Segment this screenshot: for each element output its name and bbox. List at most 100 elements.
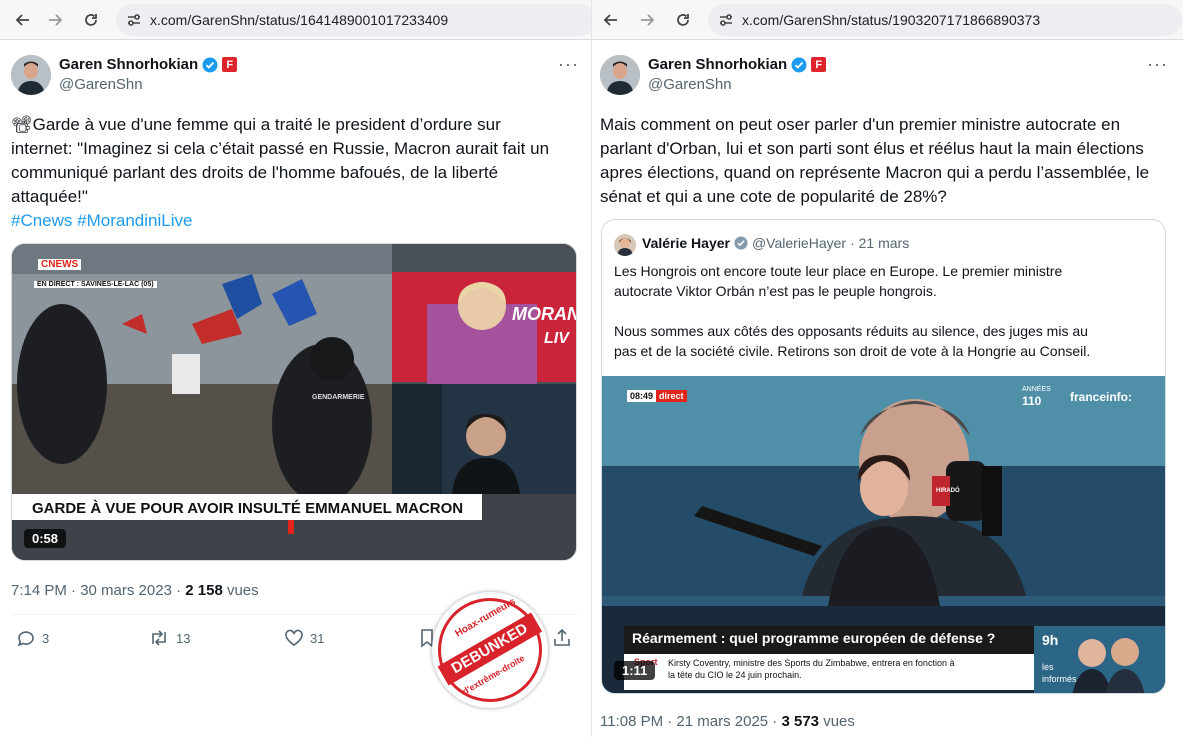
anniversary-small-label: ANNÉES (1022, 386, 1051, 393)
browser-toolbar: x.com/GarenShn/status/164148900101723340… (0, 0, 591, 40)
more-options-icon[interactable]: ··· (558, 54, 579, 75)
mic-label: HIRADÓ (936, 488, 960, 494)
avatar-image (11, 55, 51, 95)
back-button[interactable] (600, 9, 622, 31)
anniversary-label: 110 (1022, 394, 1042, 408)
left-tweet-pane: x.com/GarenShn/status/164148900101723340… (0, 0, 591, 737)
heart-icon (285, 629, 303, 646)
debunked-stamp: Hoax-rumeurs DEBUNKED d'extrême-droite (424, 584, 556, 716)
quote-text: Les Hongrois ont encore toute leur place… (614, 261, 1159, 361)
retweet-count: 13 (176, 630, 191, 646)
quoted-tweet[interactable]: Valérie Hayer @ValerieHayer · 21 mars Le… (601, 219, 1166, 694)
side-show-name: les informés (1042, 661, 1077, 685)
reply-count: 3 (42, 630, 50, 646)
live-badge: 08:49 direct (627, 390, 687, 402)
share-button[interactable] (552, 628, 572, 648)
tweet-timestamp[interactable]: 11:08 PM · 21 mars 2025 · (600, 713, 781, 730)
author-handle[interactable]: @GarenShn (59, 76, 143, 93)
retweet-button[interactable]: 13 (148, 628, 190, 648)
tweet-line: parlant d'Orban, lui et son parti sont é… (600, 139, 1144, 158)
tweet-timestamp[interactable]: 7:14 PM · 30 mars 2023 · (11, 582, 185, 599)
ticker-line: Kirsty Coventry, ministre des Sports du … (668, 658, 955, 668)
forward-button[interactable] (636, 9, 658, 31)
author-name[interactable]: Garen Shnorhokian (648, 56, 787, 73)
browser-toolbar: x.com/GarenShn/status/190320717186689037… (592, 0, 1183, 40)
view-count: 3 573 (781, 713, 820, 730)
verified-badge-icon (202, 57, 218, 72)
tweet-meta: 7:14 PM · 30 mars 2023 · 2 158 vues (11, 582, 259, 599)
side-show-line: les (1042, 662, 1054, 672)
reply-icon (17, 631, 34, 647)
site-settings-icon[interactable] (126, 12, 142, 28)
quote-author-avatar[interactable] (614, 234, 636, 256)
tweet-line: internet: "Imaginez si cela c’était pass… (11, 139, 550, 158)
side-hour: 9h (1042, 632, 1059, 648)
hashtag-cnews[interactable]: #Cnews (11, 211, 72, 230)
tweet-line: sénat et qui a une cote de popularité de… (600, 187, 947, 206)
live-location-strip: EN DIRECT : SAVINES-LE-LAC (05) (34, 281, 157, 288)
author-avatar[interactable] (600, 55, 640, 95)
side-show-line: informés (1042, 674, 1077, 684)
views-label: vues (222, 582, 259, 599)
video-player[interactable]: CNEWS EN DIRECT : SAVINES-LE-LAC (05) GE… (11, 243, 577, 561)
author-name-row: Garen Shnorhokian F (648, 56, 827, 73)
tweet-line: attaquée!" (11, 187, 88, 206)
quote-date: · 21 mars (850, 235, 910, 251)
channel-logo: CNEWS (38, 259, 82, 270)
reload-button[interactable] (80, 9, 102, 31)
quote-avatar-image (614, 234, 636, 256)
author-name-row: Garen Shnorhokian F (59, 56, 238, 73)
gendarmerie-label: GENDARMERIE (312, 394, 365, 401)
address-bar[interactable]: x.com/GarenShn/status/190320717186689037… (708, 4, 1182, 36)
show-name-1: MORAN (512, 304, 577, 324)
ticker-line: la tête du CIO le 24 juin prochain. (668, 670, 802, 680)
hashtag-morandinilive[interactable]: #MorandiniLive (77, 211, 192, 230)
url-text: x.com/GarenShn/status/164148900101723340… (150, 12, 449, 28)
address-bar[interactable]: x.com/GarenShn/status/164148900101723340… (116, 4, 591, 36)
quote-header: Valérie Hayer @ValerieHayer · 21 mars (642, 235, 909, 251)
video-banner: GARDE À VUE POUR AVOIR INSULTÉ EMMANUEL … (32, 500, 464, 517)
live-tag: direct (656, 390, 687, 402)
video-duration: 1:11 (614, 661, 656, 680)
reload-icon (85, 14, 97, 26)
back-button[interactable] (12, 9, 34, 31)
film-camera-icon: 📽 (11, 115, 33, 134)
quote-video-player[interactable]: 08:49 direct ANNÉES 110 franceinfo: HIRA… (602, 376, 1165, 693)
author-handle[interactable]: @GarenShn (648, 76, 732, 93)
ticker-text: Kirsty Coventry, ministre des Sports du … (668, 657, 1032, 681)
like-button[interactable]: 31 (284, 628, 324, 648)
tweet-text: Mais comment on peut oser parler d'un pr… (600, 113, 1180, 209)
avatar-image (600, 55, 640, 95)
author-name[interactable]: Garen Shnorhokian (59, 56, 198, 73)
right-tweet-pane: x.com/GarenShn/status/190320717186689037… (591, 0, 1183, 737)
quote-line: Les Hongrois ont encore toute leur place… (614, 263, 1063, 279)
reply-button[interactable]: 3 (16, 628, 49, 648)
forward-button[interactable] (44, 9, 66, 31)
view-count: 2 158 (185, 582, 223, 599)
url-text: x.com/GarenShn/status/190320717186689037… (742, 12, 1041, 28)
back-arrow-icon (603, 14, 617, 26)
show-name-2: LIV (544, 330, 569, 347)
forward-arrow-icon (641, 14, 655, 26)
verified-badge-icon (734, 236, 748, 250)
quote-author-name[interactable]: Valérie Hayer (642, 235, 730, 251)
like-count: 31 (310, 630, 325, 646)
quote-line: autocrate Viktor Orbán n’est pas le peup… (614, 283, 937, 299)
video-duration: 0:58 (24, 529, 67, 548)
verified-badge-icon (791, 57, 807, 72)
tweet-line: Mais comment on peut oser parler d'un pr… (600, 115, 1121, 134)
quote-video-frame (602, 376, 1165, 693)
author-avatar[interactable] (11, 55, 51, 95)
quote-author-handle[interactable]: @ValerieHayer (752, 235, 846, 251)
tweet-line: apres élections, quand on représente Mac… (600, 163, 1150, 182)
quote-line: pas et de la société civile. Retirons so… (614, 343, 1091, 359)
reload-icon (677, 14, 689, 26)
affiliation-badge[interactable]: F (222, 57, 238, 72)
video-banner: Réarmement : quel programme européen de … (632, 630, 996, 646)
tweet-line: Garde à vue d'une femme qui a traité le … (32, 115, 501, 134)
affiliation-badge[interactable]: F (811, 57, 827, 72)
more-options-icon[interactable]: ··· (1147, 54, 1168, 75)
site-settings-icon[interactable] (718, 12, 734, 28)
reload-button[interactable] (672, 9, 694, 31)
tweet-line: communiqué parlant des droits de l'homme… (11, 163, 499, 182)
